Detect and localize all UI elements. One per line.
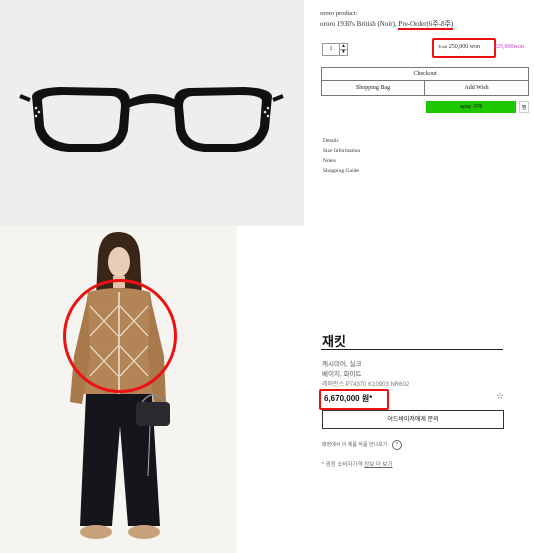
store-availability-text: 매장에서 이 제품 작품 만나보기 [322, 442, 388, 448]
total-value: 250,000 won [448, 44, 481, 50]
product-title-main: ororo 1930's British [320, 20, 376, 28]
shopping-bag-button[interactable]: Shopping Bag [321, 81, 425, 96]
reference-label: 레퍼런스 [322, 382, 345, 388]
product-detail-bottom: 재킷 캐시미어, 실크 베이지, 화이트 레퍼런스 P74370 K10903 … [237, 226, 534, 553]
color-text: 베이지, 화이트 [322, 371, 362, 378]
total-price: Total 250,000 won [438, 44, 480, 50]
more-info-link[interactable]: 정보 더 보기 [364, 462, 392, 468]
total-label: Total [438, 44, 448, 49]
product-title-korean: 재킷 [322, 334, 346, 349]
reference-value: P74370 K10903 NR602 [345, 382, 410, 388]
notes-link[interactable]: Notes [323, 158, 336, 164]
npay-wish-button[interactable]: 찜 [519, 101, 529, 113]
wishlist-star-icon[interactable]: ☆ [496, 391, 504, 402]
checkout-button[interactable]: Checkout [321, 67, 529, 81]
sale-price: 225,000won [494, 44, 524, 50]
store-availability-link[interactable]: 매장에서 이 제품 작품 만나보기 ? [322, 440, 402, 450]
model-product-image [0, 226, 237, 553]
preorder-label: Pre-Order(6주-8주) [398, 20, 454, 30]
cardigan-highlight-circle [63, 279, 177, 393]
quantity-input[interactable]: 1 [322, 43, 340, 56]
breadcrumb: ororo product: [320, 10, 357, 17]
details-link[interactable]: Details [323, 138, 339, 144]
price-text: 6,670,000 원* [324, 394, 373, 403]
breadcrumb-suffix: : [355, 10, 358, 17]
price-note-text: * 권장 소비자가격 [322, 462, 363, 468]
quantity-down-button[interactable]: ▼ [339, 49, 348, 56]
eyeglasses-illustration [19, 87, 284, 152]
help-icon[interactable]: ? [391, 440, 402, 450]
material-text: 캐시미어, 실크 [322, 361, 362, 368]
product-detail-top: ororo product: ororo 1930's British (Noi… [304, 0, 534, 226]
product-title-variant: (Noir) [377, 20, 395, 28]
advisor-inquiry-button[interactable]: 어드바이저에게 문의 [322, 410, 504, 429]
add-wish-button[interactable]: Add Wish [425, 81, 529, 96]
product-title: ororo 1930's British (Noir), Pre-Order(6… [320, 20, 454, 30]
price-note: * 권장 소비자가격 정보 더 보기 [322, 460, 393, 468]
glasses-product-image [0, 0, 304, 226]
title-divider [321, 349, 503, 350]
size-information-link[interactable]: Size Information [323, 148, 360, 154]
breadcrumb-text: ororo product [320, 10, 356, 17]
npay-button[interactable]: ●pay 구매 [426, 101, 516, 113]
reference-text: 레퍼런스 P74370 K10903 NR602 [322, 379, 409, 388]
shopping-guide-link[interactable]: Shopping Guide [323, 168, 359, 174]
